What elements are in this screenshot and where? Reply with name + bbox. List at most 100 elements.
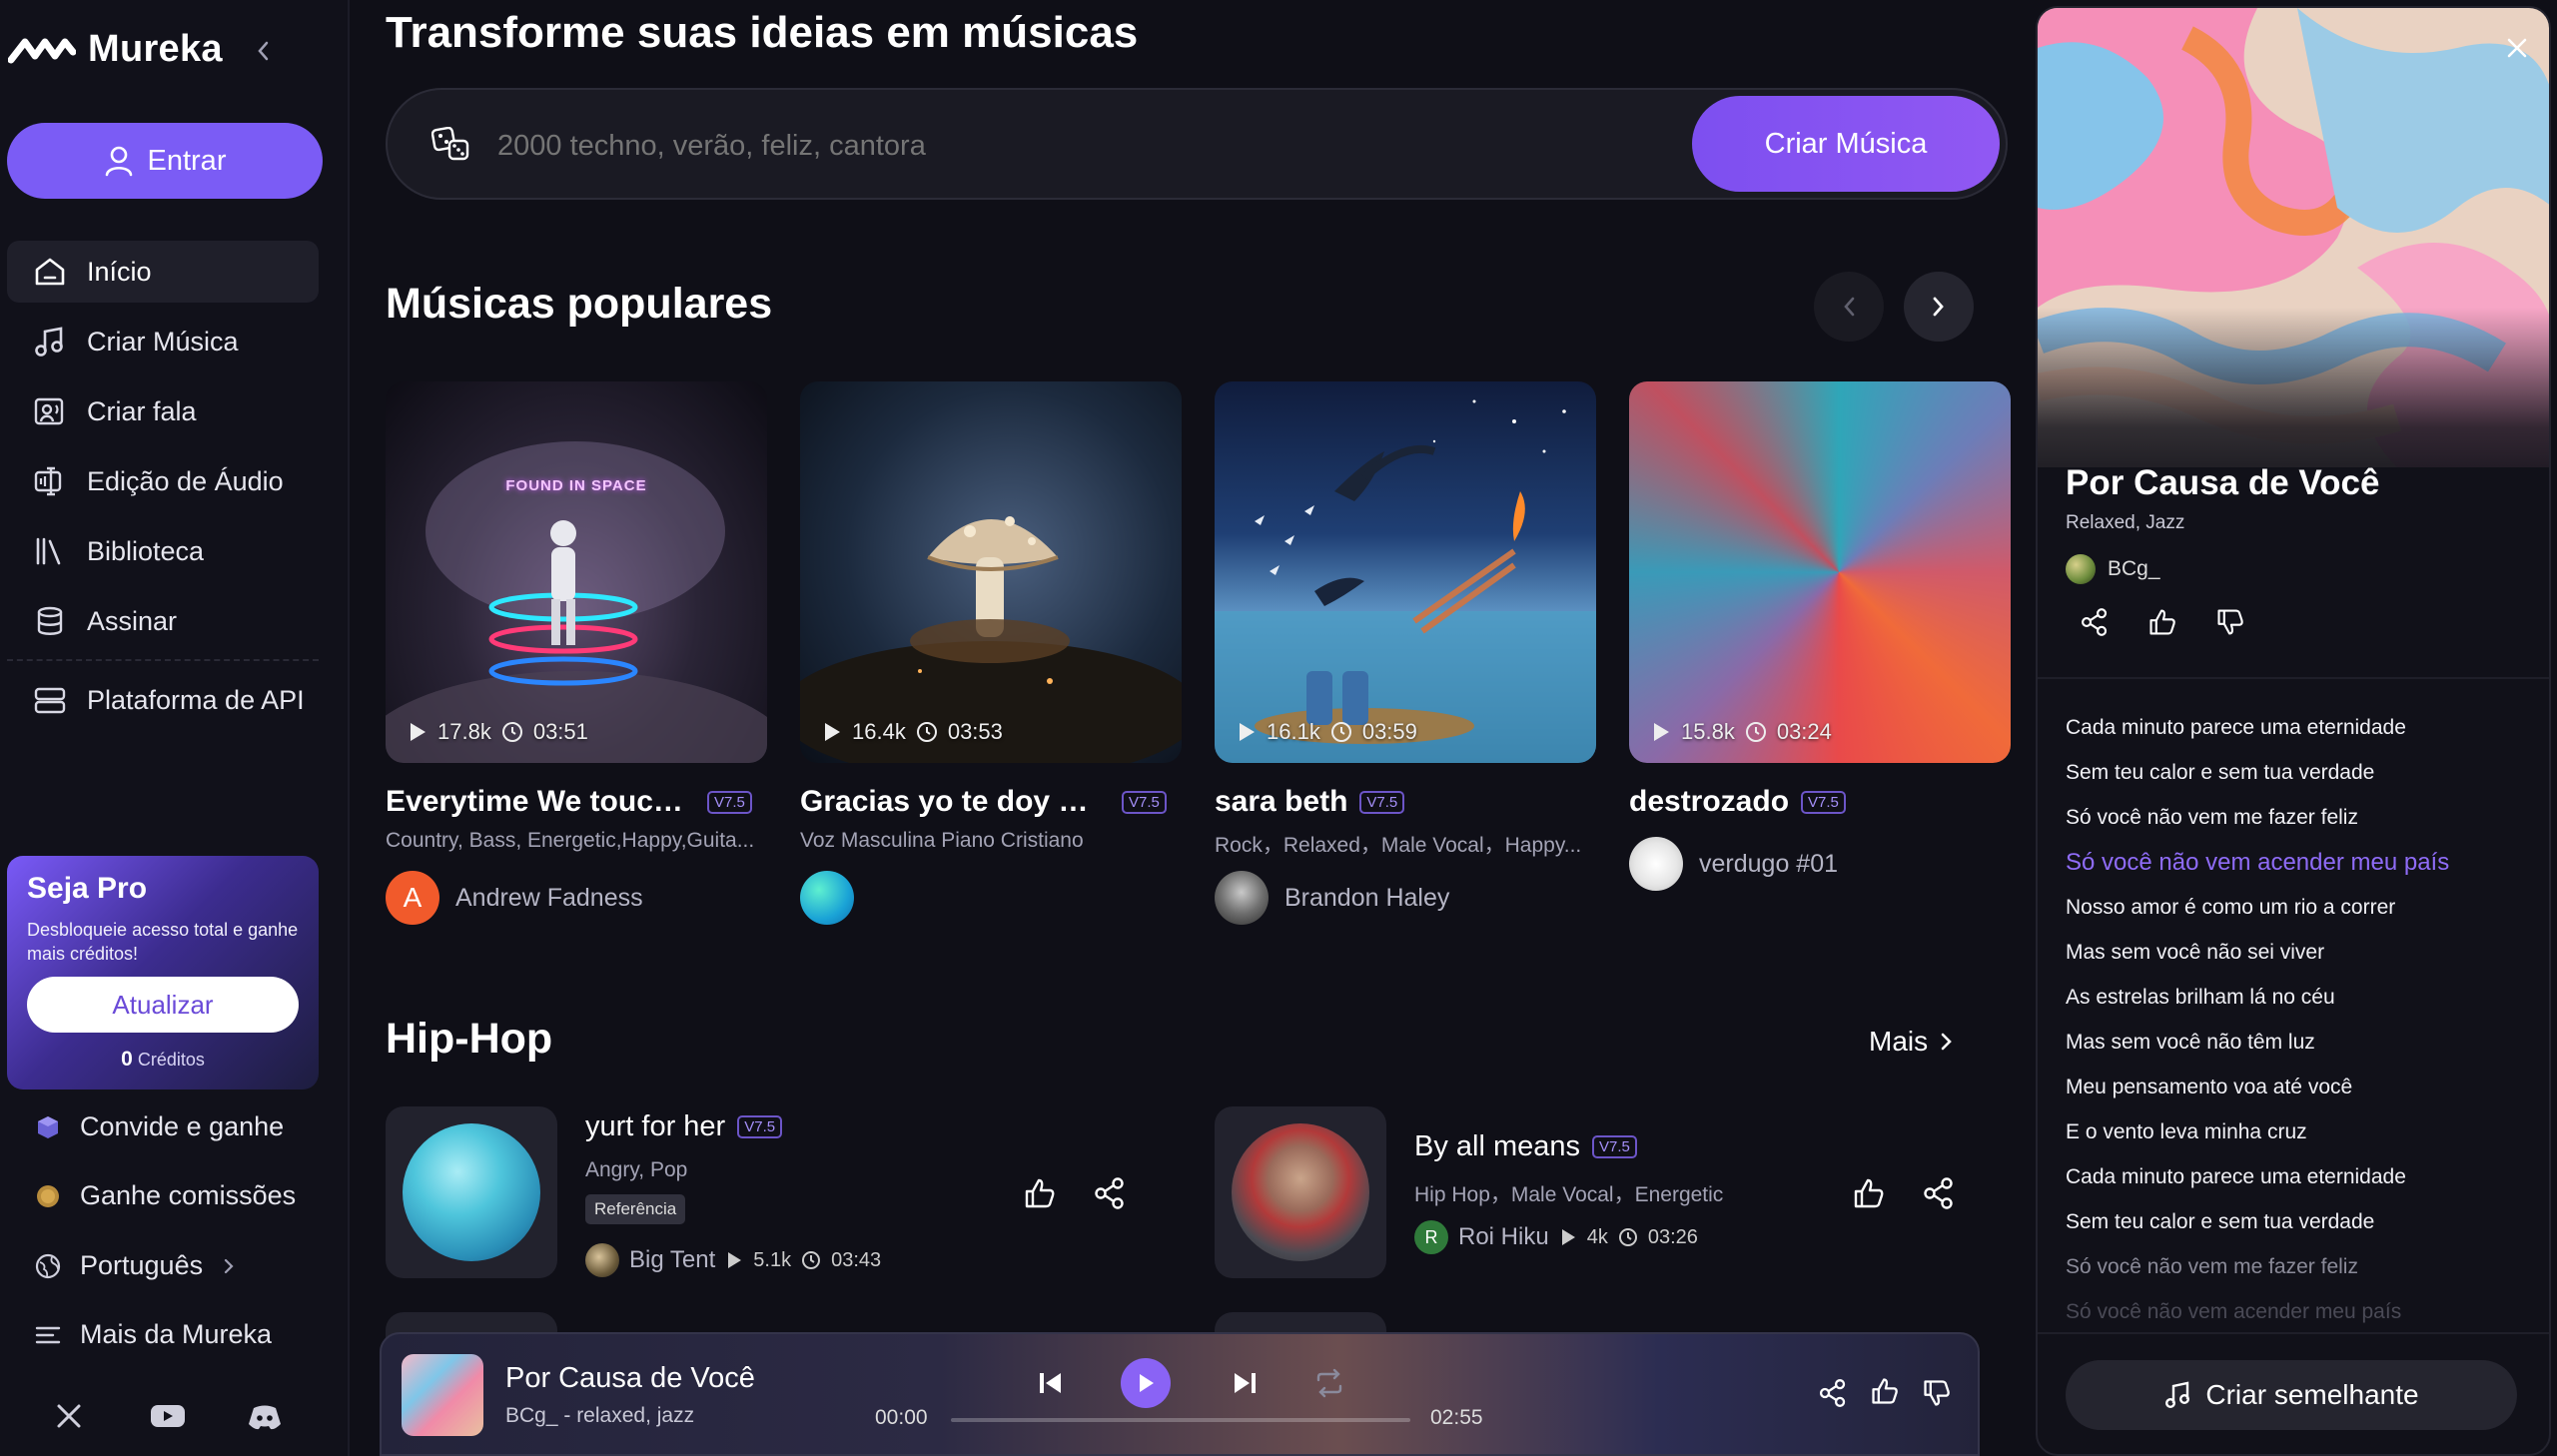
login-label: Entrar: [147, 144, 227, 177]
chevron-right-icon: [1941, 1033, 1952, 1051]
nav-create-speech[interactable]: Criar fala: [7, 380, 319, 442]
language-label: Português: [80, 1250, 204, 1280]
panel-dislike-button[interactable]: [2215, 607, 2245, 637]
panel-like-button[interactable]: [2147, 607, 2177, 637]
song-card[interactable]: 15.8k 03:24 destrozado V7.5 verdugo #01: [1629, 381, 2011, 891]
like-button[interactable]: [1852, 1176, 1886, 1210]
song-cover[interactable]: 15.8k 03:24: [1629, 381, 2011, 763]
author-name[interactable]: Roi Hiku: [1458, 1223, 1549, 1251]
version-badge: V7.5: [1801, 790, 1846, 814]
nav-api-platform[interactable]: Plataforma de API: [7, 669, 319, 731]
nav-audio-edit[interactable]: Edição de Áudio: [7, 450, 319, 512]
player-cover[interactable]: [402, 1354, 483, 1436]
random-prompt-button[interactable]: [431, 127, 471, 165]
carousel-prev-button[interactable]: [1814, 272, 1884, 342]
language-selector[interactable]: Português: [34, 1250, 237, 1281]
song-author[interactable]: A Andrew Fadness: [386, 871, 643, 925]
avatar: A: [386, 871, 439, 925]
song-title[interactable]: sara beth: [1215, 785, 1347, 819]
login-button[interactable]: Entrar: [7, 123, 323, 199]
play-count: 17.8k: [437, 719, 491, 744]
lyric-line: Nosso amor é como um rio a correr: [2066, 896, 2396, 919]
thumbs-up-icon: [1025, 1178, 1055, 1208]
player-title[interactable]: Por Causa de Você: [505, 1362, 755, 1395]
player-subtitle: BCg_ - relaxed, jazz: [505, 1404, 695, 1427]
clock-icon: [1330, 722, 1351, 742]
song-author[interactable]: [800, 871, 854, 925]
more-hiphop-link[interactable]: Mais: [1869, 1026, 1954, 1058]
lyric-line: E o vento leva minha cruz: [2066, 1120, 2307, 1143]
lyric-line: Sem teu calor e sem tua verdade: [2066, 761, 2375, 784]
player-dislike-button[interactable]: [1922, 1378, 1952, 1408]
commission-link[interactable]: Ganhe comissões: [34, 1180, 296, 1211]
nav-home[interactable]: Início: [7, 241, 319, 303]
song-title[interactable]: yurt for her: [585, 1110, 725, 1143]
lyric-line: Cada minuto parece uma eternidade: [2066, 1165, 2406, 1188]
author-name: BCg_: [2108, 557, 2160, 580]
progress-bar[interactable]: [951, 1418, 1410, 1422]
chevron-left-icon: [258, 41, 269, 61]
nav-subscribe[interactable]: Assinar: [7, 590, 319, 652]
clock-icon: [1618, 1228, 1637, 1246]
panel-share-button[interactable]: [2080, 607, 2110, 637]
song-stats: 17.8k 03:51: [408, 719, 588, 745]
x-link[interactable]: [56, 1403, 82, 1429]
song-card[interactable]: 16.4k 03:53 Gracias yo te doy mi C... V7…: [800, 381, 1182, 925]
share-button[interactable]: [1922, 1176, 1956, 1210]
version-badge: V7.5: [737, 1115, 783, 1138]
player-share-button[interactable]: [1818, 1378, 1848, 1408]
current-time: 00:00: [875, 1406, 928, 1429]
clock-icon: [802, 1251, 821, 1269]
share-button[interactable]: [1093, 1176, 1127, 1210]
nav-create-music[interactable]: Criar Música: [7, 311, 319, 372]
song-card[interactable]: FOUND IN SPACE 17.8k 03:51 Everytime We …: [386, 381, 767, 925]
next-track-button[interactable]: [1231, 1368, 1259, 1398]
close-panel-button[interactable]: [2505, 36, 2529, 60]
song-thumbnail[interactable]: [1215, 1106, 1386, 1278]
song-title[interactable]: By all means: [1414, 1130, 1580, 1163]
logo[interactable]: Mureka: [8, 28, 223, 71]
youtube-link[interactable]: [150, 1403, 186, 1429]
like-button[interactable]: [1023, 1176, 1057, 1210]
author-name[interactable]: Big Tent: [629, 1246, 715, 1274]
song-author[interactable]: verdugo #01: [1629, 837, 1838, 891]
play-count: 15.8k: [1681, 719, 1735, 744]
nav-label: Criar Música: [87, 326, 239, 357]
discord-link[interactable]: [247, 1403, 283, 1431]
song-cover[interactable]: 16.1k 03:59: [1215, 381, 1596, 763]
nav-label: Biblioteca: [87, 535, 205, 566]
play-button[interactable]: [1121, 1358, 1171, 1408]
more-mureka-link[interactable]: Mais da Mureka: [34, 1319, 272, 1350]
globe-icon: [35, 1253, 61, 1278]
song-thumbnail[interactable]: [386, 1106, 557, 1278]
create-similar-button[interactable]: Criar semelhante: [2066, 1360, 2517, 1430]
panel-song-author[interactable]: BCg_: [2066, 554, 2160, 584]
repeat-button[interactable]: [1314, 1368, 1344, 1398]
nav-library[interactable]: Biblioteca: [7, 520, 319, 582]
collapse-sidebar-button[interactable]: [254, 38, 272, 64]
create-music-button[interactable]: Criar Música: [1692, 96, 2000, 192]
prompt-input[interactable]: [497, 120, 1496, 172]
song-meta: R Roi Hiku 4k 03:26: [1414, 1220, 1698, 1254]
pro-title: Seja Pro: [27, 872, 148, 905]
carousel-next-button[interactable]: [1904, 272, 1974, 342]
song-title-row: yurt for her V7.5: [585, 1110, 783, 1143]
player-like-button[interactable]: [1870, 1376, 1900, 1406]
song-title[interactable]: Everytime We touch c...: [386, 785, 695, 819]
song-title[interactable]: destrozado: [1629, 785, 1789, 819]
song-title[interactable]: Gracias yo te doy mi C...: [800, 785, 1110, 819]
song-cover[interactable]: 16.4k 03:53: [800, 381, 1182, 763]
logo-text: Mureka: [88, 28, 223, 70]
hiphop-song-row[interactable]: yurt for her V7.5 Angry, Pop Referência …: [386, 1106, 1165, 1278]
previous-track-button[interactable]: [1037, 1368, 1065, 1398]
author-name: Brandon Haley: [1284, 883, 1450, 912]
create-similar-label: Criar semelhante: [2205, 1379, 2419, 1410]
song-card[interactable]: 16.1k 03:59 sara beth V7.5 Rock，Relaxed，…: [1215, 381, 1596, 925]
upgrade-button[interactable]: Atualizar: [27, 977, 299, 1033]
play-icon: [1140, 1374, 1154, 1392]
birds-artwork: [1215, 399, 1596, 763]
invite-link[interactable]: Convide e ganhe: [34, 1111, 284, 1142]
song-author[interactable]: Brandon Haley: [1215, 871, 1449, 925]
hiphop-song-row[interactable]: By all means V7.5 Hip Hop，Male Vocal，Ene…: [1215, 1106, 1994, 1278]
song-cover[interactable]: FOUND IN SPACE 17.8k 03:51: [386, 381, 767, 763]
